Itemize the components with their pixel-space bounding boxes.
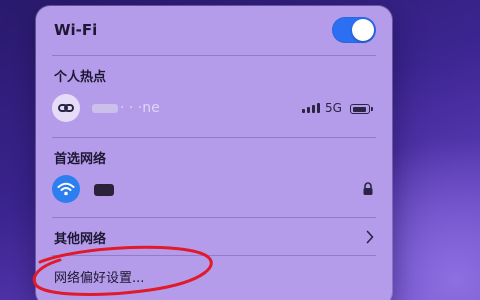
wifi-header-row: Wi-Fi: [36, 6, 392, 54]
toggle-knob: [352, 19, 374, 41]
other-networks-label: 其他网络: [54, 232, 107, 247]
hotspot-item[interactable]: · · ·ne 5G: [36, 90, 392, 126]
chevron-right-icon: [366, 230, 374, 244]
wifi-toggle[interactable]: [332, 17, 376, 43]
other-networks-item[interactable]: 其他网络: [36, 220, 392, 252]
link-chain-icon: [52, 94, 80, 122]
preferred-network-item[interactable]: [36, 171, 392, 207]
preferred-section-label: 首选网络: [54, 152, 107, 167]
wifi-menu-panel: Wi-Fi 个人热点 · · ·ne 5G 首选网络 其他网络 网络偏好设置..…: [36, 6, 392, 300]
signal-strength-icon: [302, 103, 320, 113]
divider: [52, 255, 376, 256]
wifi-title: Wi-Fi: [54, 21, 98, 39]
network-preferences-item[interactable]: 网络偏好设置...: [36, 258, 392, 290]
divider: [52, 55, 376, 56]
network-name-redaction: [94, 184, 114, 196]
network-preferences-label: 网络偏好设置...: [54, 271, 145, 286]
battery-icon: [350, 104, 373, 114]
lock-icon: [363, 182, 373, 195]
hotspot-section-label: 个人热点: [54, 70, 107, 85]
hotspot-network-type: 5G: [325, 101, 342, 115]
battery-level-fill: [352, 106, 366, 112]
wifi-icon: [52, 175, 80, 203]
divider: [52, 137, 376, 138]
divider: [52, 217, 376, 218]
battery-cap: [371, 107, 373, 111]
hotspot-name-redaction: [92, 104, 118, 113]
hotspot-device-name: · · ·ne: [120, 100, 160, 116]
